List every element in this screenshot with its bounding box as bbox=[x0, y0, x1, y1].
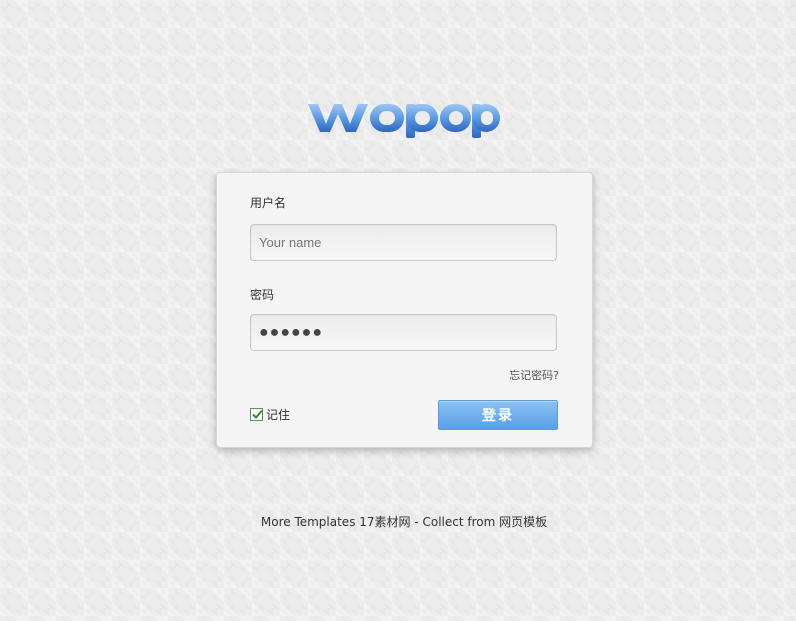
wopop-logo bbox=[306, 98, 500, 138]
remember-label: 记住 bbox=[266, 408, 291, 422]
logo-wordmark bbox=[308, 104, 500, 138]
footer-credit: More Templates 17素材网 - Collect from 网页模板 bbox=[260, 515, 548, 529]
password-input[interactable] bbox=[250, 314, 557, 351]
checkmark-icon bbox=[252, 409, 263, 419]
password-label: 密码 bbox=[250, 288, 275, 302]
login-button[interactable]: 登录 bbox=[438, 400, 558, 430]
username-input[interactable] bbox=[250, 224, 557, 261]
remember-checkbox[interactable] bbox=[250, 408, 263, 421]
forgot-password-link[interactable]: 忘记密码? bbox=[509, 367, 559, 383]
login-card: 用户名 密码 忘记密码? 记住 登录 bbox=[216, 172, 593, 448]
remember-me[interactable]: 记住 bbox=[250, 406, 290, 423]
username-label: 用户名 bbox=[250, 196, 287, 210]
